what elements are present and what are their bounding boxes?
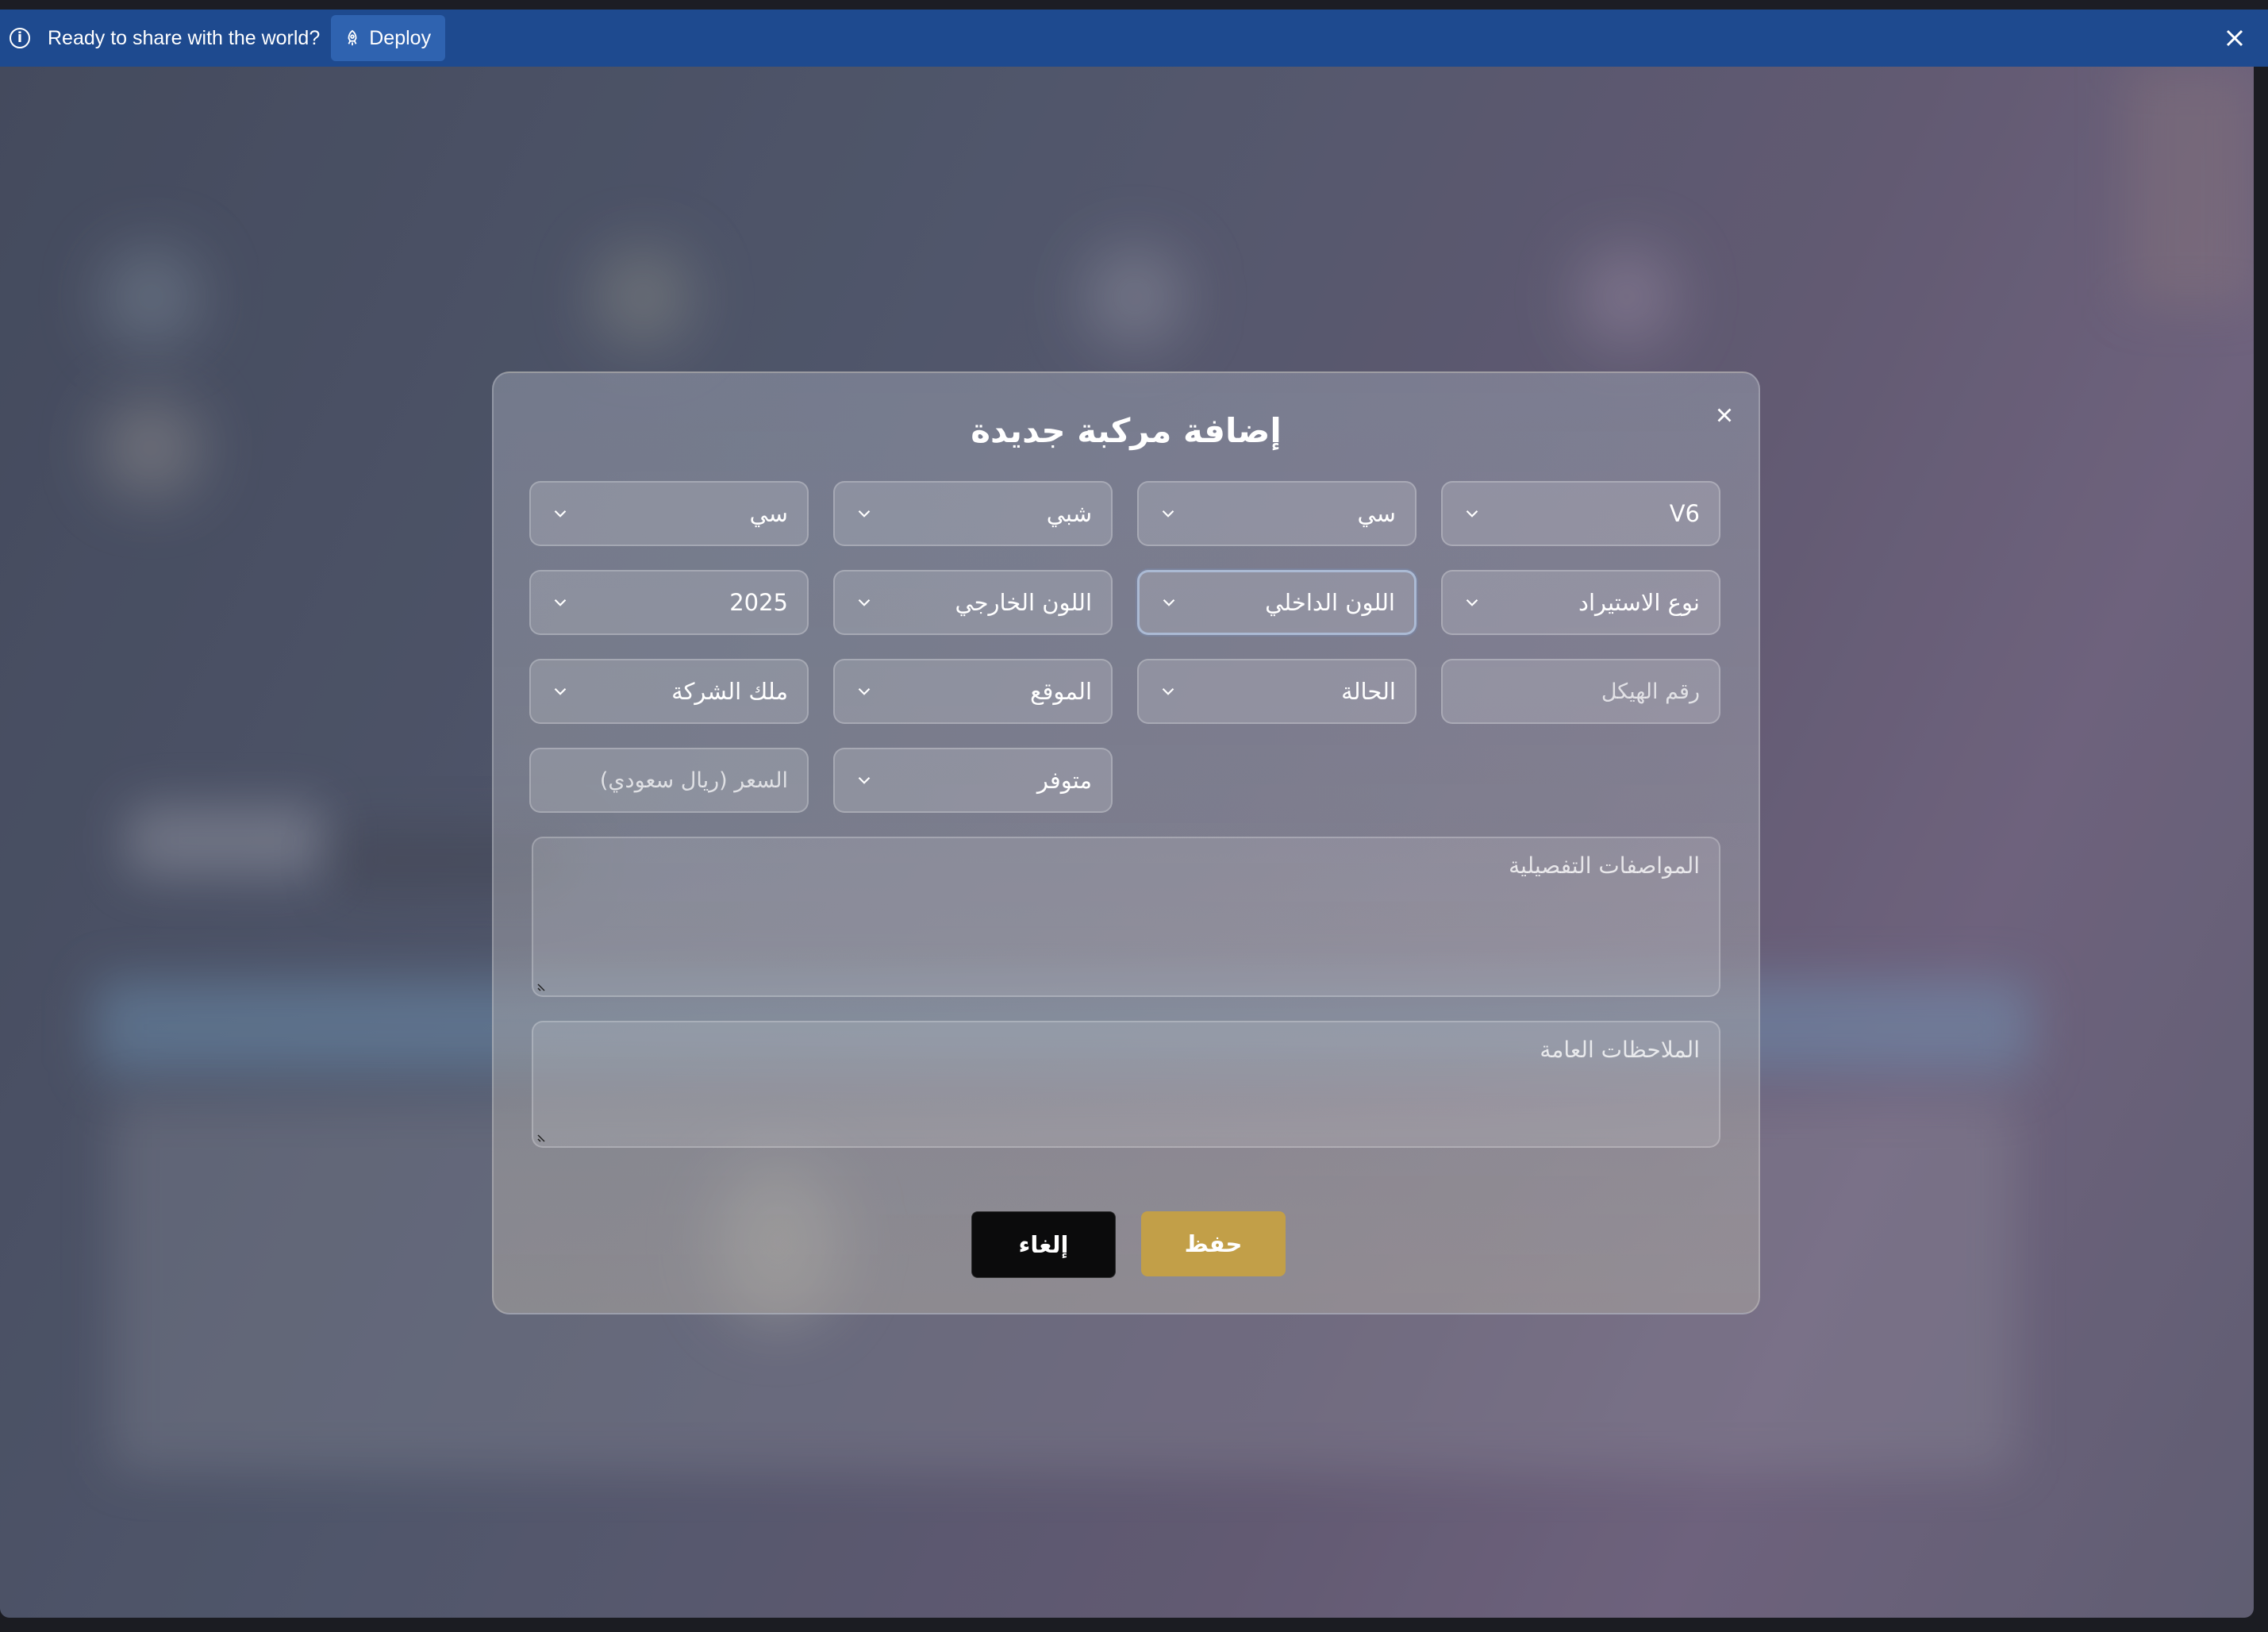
model-select[interactable]: شبي (833, 481, 1113, 546)
exterior-color-select[interactable]: اللون الخارجي (833, 570, 1113, 635)
availability-select-value: متوفر (1036, 767, 1092, 794)
location-select-value: الموقع (1030, 678, 1092, 705)
condition-select-value: الحالة (1341, 678, 1396, 705)
chevron-down-icon (554, 510, 567, 518)
chevron-down-icon (1163, 599, 1175, 606)
ownership-select[interactable]: ملك الشركة (529, 659, 809, 724)
availability-select[interactable]: متوفر (833, 748, 1113, 813)
save-button[interactable]: حفظ (1141, 1211, 1286, 1276)
year-select[interactable]: 2025 (529, 570, 809, 635)
chevron-down-icon (858, 599, 871, 606)
banner-message: Ready to share with the world? (48, 26, 321, 49)
condition-select[interactable]: الحالة (1137, 659, 1417, 724)
chevron-down-icon (858, 510, 871, 518)
window-top-strip (0, 0, 2268, 10)
chassis-number-input[interactable]: رقم الهيكل (1441, 659, 1720, 724)
close-icon[interactable] (2220, 24, 2249, 52)
chevron-down-icon (1162, 687, 1174, 695)
deploy-button-label: Deploy (369, 26, 432, 49)
interior-color-select-value: اللون الداخلي (1265, 589, 1395, 616)
add-vehicle-modal: إضافة مركبة جديدة V6 سي شبي سي نوع الاست… (492, 371, 1760, 1314)
interior-color-select[interactable]: اللون الداخلي (1137, 570, 1417, 635)
chassis-number-placeholder: رقم الهيكل (1601, 679, 1700, 704)
import-type-select[interactable]: نوع الاستيراد (1441, 570, 1720, 635)
deploy-button[interactable]: Deploy (331, 15, 446, 61)
resize-handle-icon[interactable] (536, 980, 549, 992)
category-select-value: سي (1357, 500, 1396, 527)
info-icon: i (10, 28, 30, 48)
price-placeholder: السعر (ريال سعودي) (599, 768, 788, 793)
chevron-down-icon (1466, 510, 1478, 518)
chevron-down-icon (554, 599, 567, 606)
import-type-select-value: نوع الاستيراد (1578, 589, 1700, 616)
notes-placeholder: الملاحظات العامة (1540, 1037, 1700, 1063)
specs-textarea[interactable]: المواصفات التفصيلية (532, 837, 1720, 997)
year-select-value: 2025 (729, 589, 788, 616)
brand-select-value: سي (749, 500, 788, 527)
engine-select[interactable]: V6 (1441, 481, 1720, 546)
category-select[interactable]: سي (1137, 481, 1417, 546)
engine-select-value: V6 (1669, 500, 1700, 527)
chevron-down-icon (1162, 510, 1174, 518)
chevron-down-icon (1466, 599, 1478, 606)
price-input[interactable]: السعر (ريال سعودي) (529, 748, 809, 813)
location-select[interactable]: الموقع (833, 659, 1113, 724)
brand-select[interactable]: سي (529, 481, 809, 546)
notes-textarea[interactable]: الملاحظات العامة (532, 1021, 1720, 1148)
chevron-down-icon (554, 687, 567, 695)
rocket-icon (348, 29, 357, 46)
chevron-down-icon (858, 776, 871, 784)
model-select-value: شبي (1046, 500, 1092, 527)
cancel-button-label: إلغاء (1018, 1231, 1069, 1258)
exterior-color-select-value: اللون الخارجي (955, 589, 1092, 616)
modal-title: إضافة مركبة جديدة (971, 411, 1282, 450)
chevron-down-icon (858, 687, 871, 695)
ownership-select-value: ملك الشركة (671, 678, 788, 705)
cancel-button[interactable]: إلغاء (971, 1211, 1116, 1278)
save-button-label: حفظ (1184, 1230, 1243, 1257)
specs-placeholder: المواصفات التفصيلية (1509, 853, 1700, 879)
deploy-banner: i Ready to share with the world? Deploy (0, 10, 2268, 67)
resize-handle-icon[interactable] (536, 1130, 549, 1143)
